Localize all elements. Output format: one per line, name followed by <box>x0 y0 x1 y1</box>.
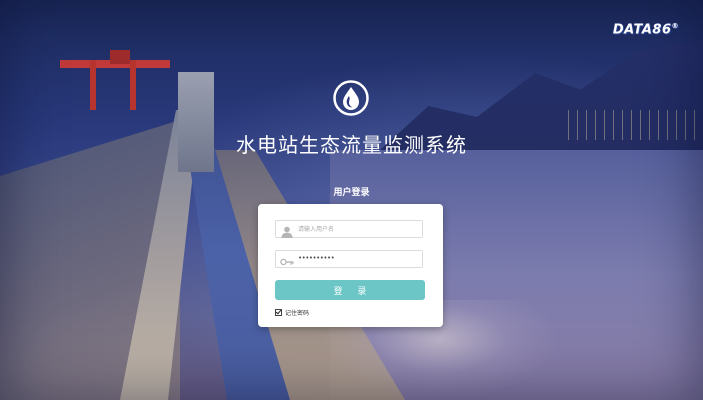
remember-checkbox[interactable] <box>275 309 282 316</box>
login-heading: 用户登录 <box>333 188 370 198</box>
login-page: DATA86® 水电站生态流量监测系统 用户登录 请输入用户名 ••••••••… <box>0 0 703 400</box>
password-input[interactable] <box>298 250 418 266</box>
login-button[interactable]: 登 录 <box>275 280 425 300</box>
brand-name: DATA86 <box>612 22 672 38</box>
brand-registered-mark: ® <box>671 22 679 30</box>
key-icon <box>280 253 294 266</box>
remember-password[interactable]: 记住密码 <box>275 308 309 317</box>
page-title: 水电站生态流量监测系统 <box>236 133 467 157</box>
water-drop-icon <box>332 79 370 117</box>
user-icon <box>280 223 294 238</box>
remember-label: 记住密码 <box>285 310 310 317</box>
username-field[interactable] <box>275 220 423 238</box>
background-vignette <box>0 0 703 400</box>
password-field[interactable] <box>275 250 423 268</box>
brand-logo: DATA86® <box>613 22 679 37</box>
username-input[interactable] <box>298 221 418 237</box>
login-card: 登 录 记住密码 <box>258 204 443 327</box>
